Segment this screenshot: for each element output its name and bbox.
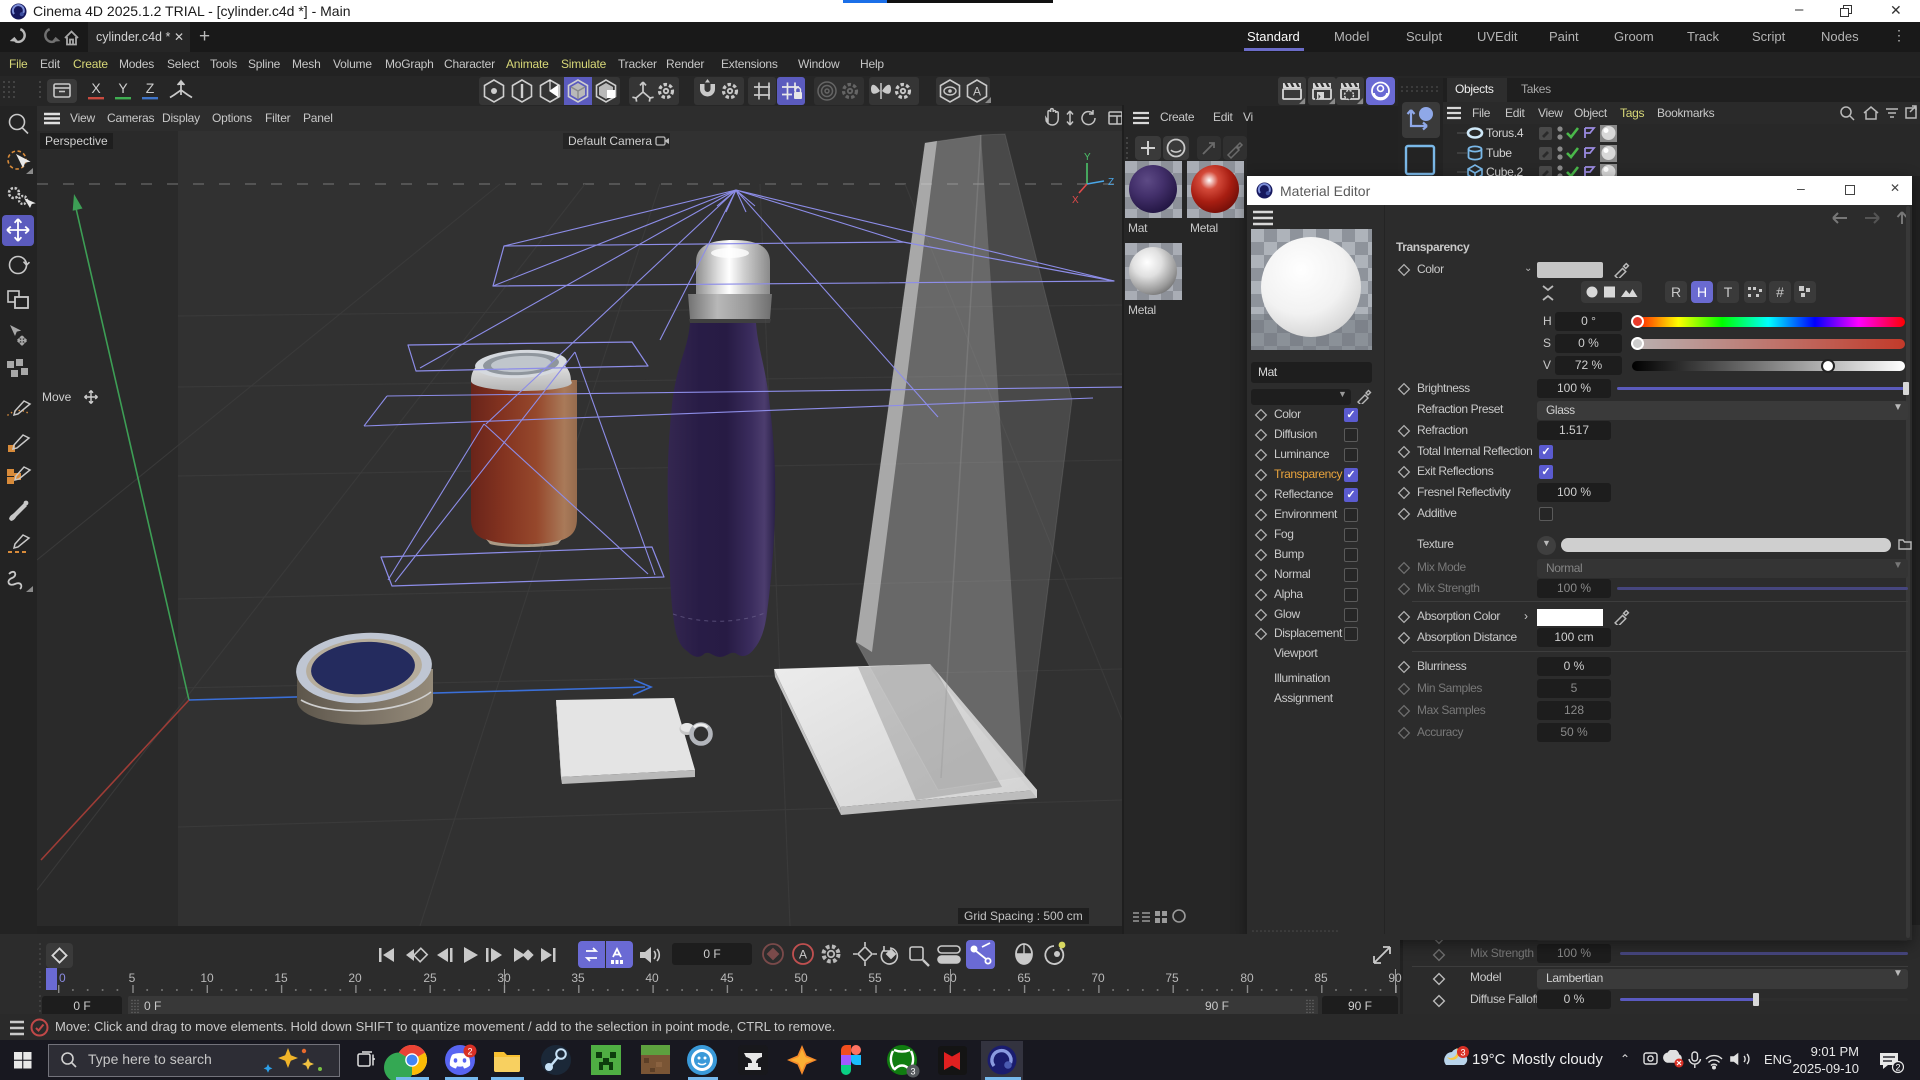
svg-text:3: 3 bbox=[910, 1067, 915, 1077]
svg-text:3: 3 bbox=[1460, 1048, 1465, 1058]
svg-text:2: 2 bbox=[1895, 1063, 1900, 1073]
svg-text:2: 2 bbox=[467, 1047, 472, 1057]
